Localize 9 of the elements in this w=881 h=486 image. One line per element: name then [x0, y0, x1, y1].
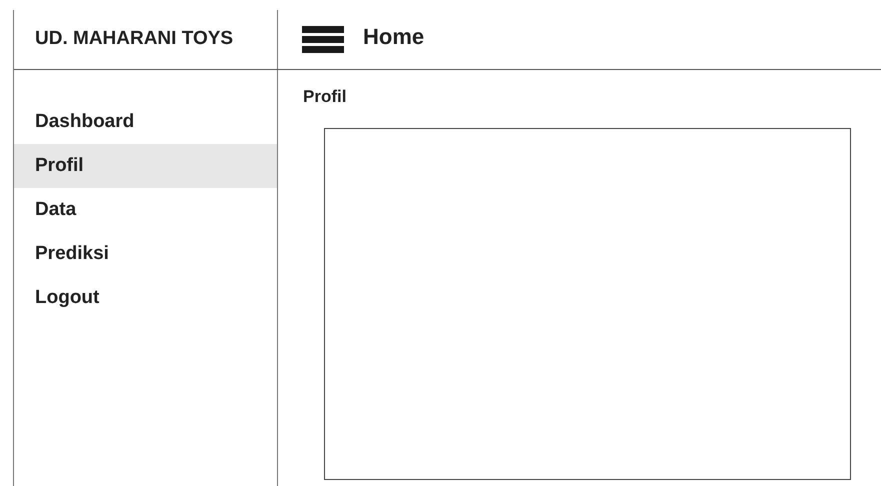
page-title: Home	[363, 23, 424, 51]
sidebar-item[interactable]: Data	[14, 188, 277, 232]
brand-name: UD. MAHARANI TOYS	[35, 27, 234, 52]
sidebar-item[interactable]: Profil	[14, 144, 277, 188]
menu-icon[interactable]	[302, 26, 344, 53]
sidebar-item[interactable]: Logout	[14, 276, 277, 320]
section-title: Profil	[303, 86, 348, 108]
sidebar-item[interactable]: Dashboard	[14, 100, 277, 144]
sidebar-item[interactable]: Prediksi	[14, 232, 277, 276]
